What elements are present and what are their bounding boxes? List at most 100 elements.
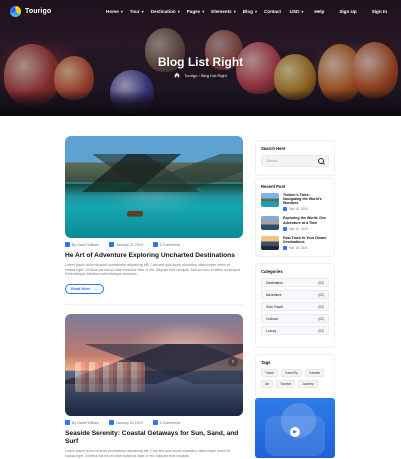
category-name: Destination xyxy=(266,281,283,285)
trees-graphic xyxy=(65,184,243,196)
category-count: (02) xyxy=(318,281,324,285)
recent-post-date: Mar 18, 2024 xyxy=(283,246,329,250)
divider xyxy=(65,304,243,305)
comment-icon xyxy=(153,420,158,425)
calendar-icon xyxy=(283,246,287,250)
category-item[interactable]: Destination (02) xyxy=(261,278,329,287)
nav-label: Destination xyxy=(151,9,176,14)
breadcrumb-home[interactable]: Tourigo xyxy=(184,73,197,78)
read-more-label: Read More xyxy=(71,287,90,291)
hero-banner: Tourigo Home ▾ Tour ▾ Destination ▾ Page… xyxy=(0,0,401,116)
recent-posts-widget: Recent Post Trekker's Tales: Navigating … xyxy=(255,178,335,257)
tag-item[interactable]: Traveler xyxy=(305,369,325,377)
recent-post-thumbnail xyxy=(261,193,279,207)
breadcrumb-current: Blog List Right xyxy=(201,73,227,78)
tag-item[interactable]: Art xyxy=(261,380,273,388)
recent-date-text: Mar 18, 2024 xyxy=(289,246,308,250)
recent-post-list: Trekker's Tales: Navigating the World's … xyxy=(261,193,329,250)
categories-title: Categories xyxy=(261,269,329,274)
search-input[interactable]: Search xyxy=(261,155,329,167)
category-item[interactable]: Solo Travel (02) xyxy=(261,302,329,311)
arrow-right-icon: → xyxy=(93,287,97,291)
nav-label: Home xyxy=(106,9,119,14)
calendar-icon xyxy=(283,227,287,231)
calendar-icon xyxy=(109,242,114,247)
logo-icon xyxy=(10,6,21,17)
nav-item-home[interactable]: Home ▾ xyxy=(106,9,123,14)
comment-icon xyxy=(153,242,158,247)
post-image[interactable]: › xyxy=(65,314,243,416)
category-name: Adventure xyxy=(266,293,281,297)
chevron-down-icon: ▾ xyxy=(142,9,144,14)
post-image[interactable] xyxy=(65,136,243,238)
category-name: Luxury xyxy=(266,329,276,333)
post-excerpt: Lorem ipsum dolor sit amet consectetur a… xyxy=(65,263,241,277)
recent-post-item[interactable]: Trekker's Tales: Navigating the World's … xyxy=(261,193,329,211)
recent-post-date: Mar 18, 2024 xyxy=(283,207,329,211)
post-author: By David William xyxy=(65,242,99,247)
post-date: January 22 2024 xyxy=(109,420,143,425)
category-item[interactable]: Adventure (02) xyxy=(261,290,329,299)
nav-item-pages[interactable]: Pages ▾ xyxy=(187,9,205,14)
category-item[interactable]: Cultural (02) xyxy=(261,314,329,323)
nav-item-elements[interactable]: Elements ▾ xyxy=(211,9,235,14)
nav-item-destination[interactable]: Destination ▾ xyxy=(151,9,180,14)
comments-text: 0 Comments xyxy=(160,243,180,247)
page-title: Blog List Right xyxy=(0,55,401,69)
post-meta: By David William January 22 2024 0 Comme… xyxy=(65,242,243,247)
author-text: By David William xyxy=(72,421,99,425)
post-title[interactable]: Seaside Serenity: Coastal Getaways for S… xyxy=(65,430,243,446)
post-title[interactable]: He Art of Adventure Exploring Uncharted … xyxy=(65,252,243,260)
play-icon[interactable]: ▶ xyxy=(290,427,300,437)
search-icon[interactable] xyxy=(318,158,324,164)
recent-post-item[interactable]: Exploring the World: One Adventure at a … xyxy=(261,216,329,230)
nav-item-blog[interactable]: Blog ▾ xyxy=(243,9,257,14)
recent-post-title[interactable]: Exploring the World: One Adventure at a … xyxy=(283,216,329,224)
signup-link[interactable]: Sign Up xyxy=(335,7,360,16)
nav-right: USD ▾ Help Sign Up Sign In xyxy=(290,7,391,16)
calendar-icon xyxy=(109,420,114,425)
recent-post-thumbnail xyxy=(261,236,279,250)
categories-widget: Categories Destination (02) Adventure (0… xyxy=(255,263,335,348)
tags-widget: Tags Travel TravelTip Traveler Art Touri… xyxy=(255,354,335,399)
nav-item-tour[interactable]: Tour ▾ xyxy=(130,9,144,14)
chevron-down-icon: ▾ xyxy=(255,9,257,14)
category-count: (02) xyxy=(318,293,324,297)
post-comments[interactable]: 0 Comments xyxy=(153,420,180,425)
user-icon xyxy=(65,420,70,425)
chevron-down-icon: ▾ xyxy=(202,9,204,14)
brand-logo[interactable]: Tourigo xyxy=(10,6,106,17)
brand-name: Tourigo xyxy=(25,8,51,15)
recent-post-title[interactable]: Trekker's Tales: Navigating the World's … xyxy=(283,193,329,205)
category-item[interactable]: Luxury (02) xyxy=(261,326,329,335)
tag-item[interactable]: Tourism xyxy=(276,380,295,388)
tag-item[interactable]: Travel xyxy=(261,369,278,377)
nav-item-contact[interactable]: Contact xyxy=(264,9,281,14)
categories-list: Destination (02) Adventure (02) Solo Tra… xyxy=(261,278,329,335)
help-link[interactable]: Help xyxy=(310,7,328,16)
date-text: January 22 2024 xyxy=(116,243,143,247)
currency-label: USD xyxy=(290,9,300,14)
user-icon xyxy=(65,242,70,247)
nav-label: Tour xyxy=(130,9,140,14)
tags-title: Tags xyxy=(261,360,329,365)
main-content: By David William January 22 2024 0 Comme… xyxy=(0,116,401,445)
nav-label: Pages xyxy=(187,9,201,14)
tag-item[interactable]: TravelTip xyxy=(281,369,302,377)
boat-graphic xyxy=(127,211,144,216)
nav-label: Blog xyxy=(243,9,253,14)
blog-post: By David William January 22 2024 0 Comme… xyxy=(65,136,243,305)
category-name: Cultural xyxy=(266,317,278,321)
category-name: Solo Travel xyxy=(266,305,283,309)
tag-item[interactable]: Journey xyxy=(298,380,317,388)
recent-post-title[interactable]: Fast-Track to Your Dream Destinations xyxy=(283,236,329,244)
recent-date-text: Mar 18, 2024 xyxy=(289,207,308,211)
recent-post-item[interactable]: Fast-Track to Your Dream Destinations Ma… xyxy=(261,236,329,250)
chevron-down-icon: ▾ xyxy=(301,9,303,14)
currency-select[interactable]: USD ▾ xyxy=(290,9,304,14)
breadcrumb: Tourigo › Blog List Right xyxy=(0,72,401,78)
signin-link[interactable]: Sign In xyxy=(368,7,391,16)
read-more-button[interactable]: Read More → xyxy=(65,284,104,294)
promo-banner[interactable]: ▶ xyxy=(255,398,335,458)
post-comments[interactable]: 0 Comments xyxy=(153,242,180,247)
